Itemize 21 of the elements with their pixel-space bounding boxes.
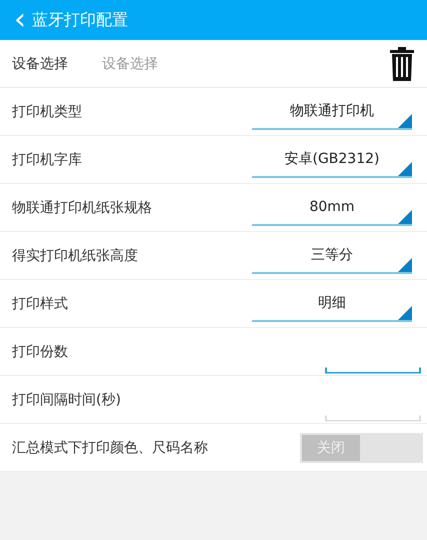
device-label: 设备选择 (12, 54, 68, 72)
corner-triangle-icon (398, 258, 412, 272)
corner-triangle-icon (398, 306, 412, 320)
trash-icon[interactable] (389, 46, 415, 80)
corner-triangle-icon (398, 114, 412, 128)
corner-triangle-icon (398, 162, 412, 176)
setting-label: 打印样式 (12, 294, 69, 312)
dropdown[interactable]: 明细 (252, 286, 412, 322)
setting-label: 汇总模式下打印颜色、尺码名称 (12, 438, 209, 456)
setting-label: 打印份数 (12, 342, 69, 360)
dropdown[interactable]: 安卓(GB2312) (252, 142, 412, 178)
corner-triangle-icon (398, 210, 412, 224)
window-title: 蓝牙打印配置 (32, 10, 128, 30)
dropdown[interactable]: 物联通打印机 (252, 94, 412, 130)
setting-label: 得实打印机纸张高度 (12, 246, 139, 264)
dropdown[interactable]: 三等分 (252, 238, 412, 274)
dropdown[interactable]: 80mm (252, 190, 412, 226)
setting-label: 打印间隔时间(秒) (12, 390, 122, 408)
setting-label: 打印机类型 (12, 102, 83, 120)
setting-label: 物联通打印机纸张规格 (12, 198, 153, 216)
setting-label: 打印机字库 (12, 150, 83, 168)
